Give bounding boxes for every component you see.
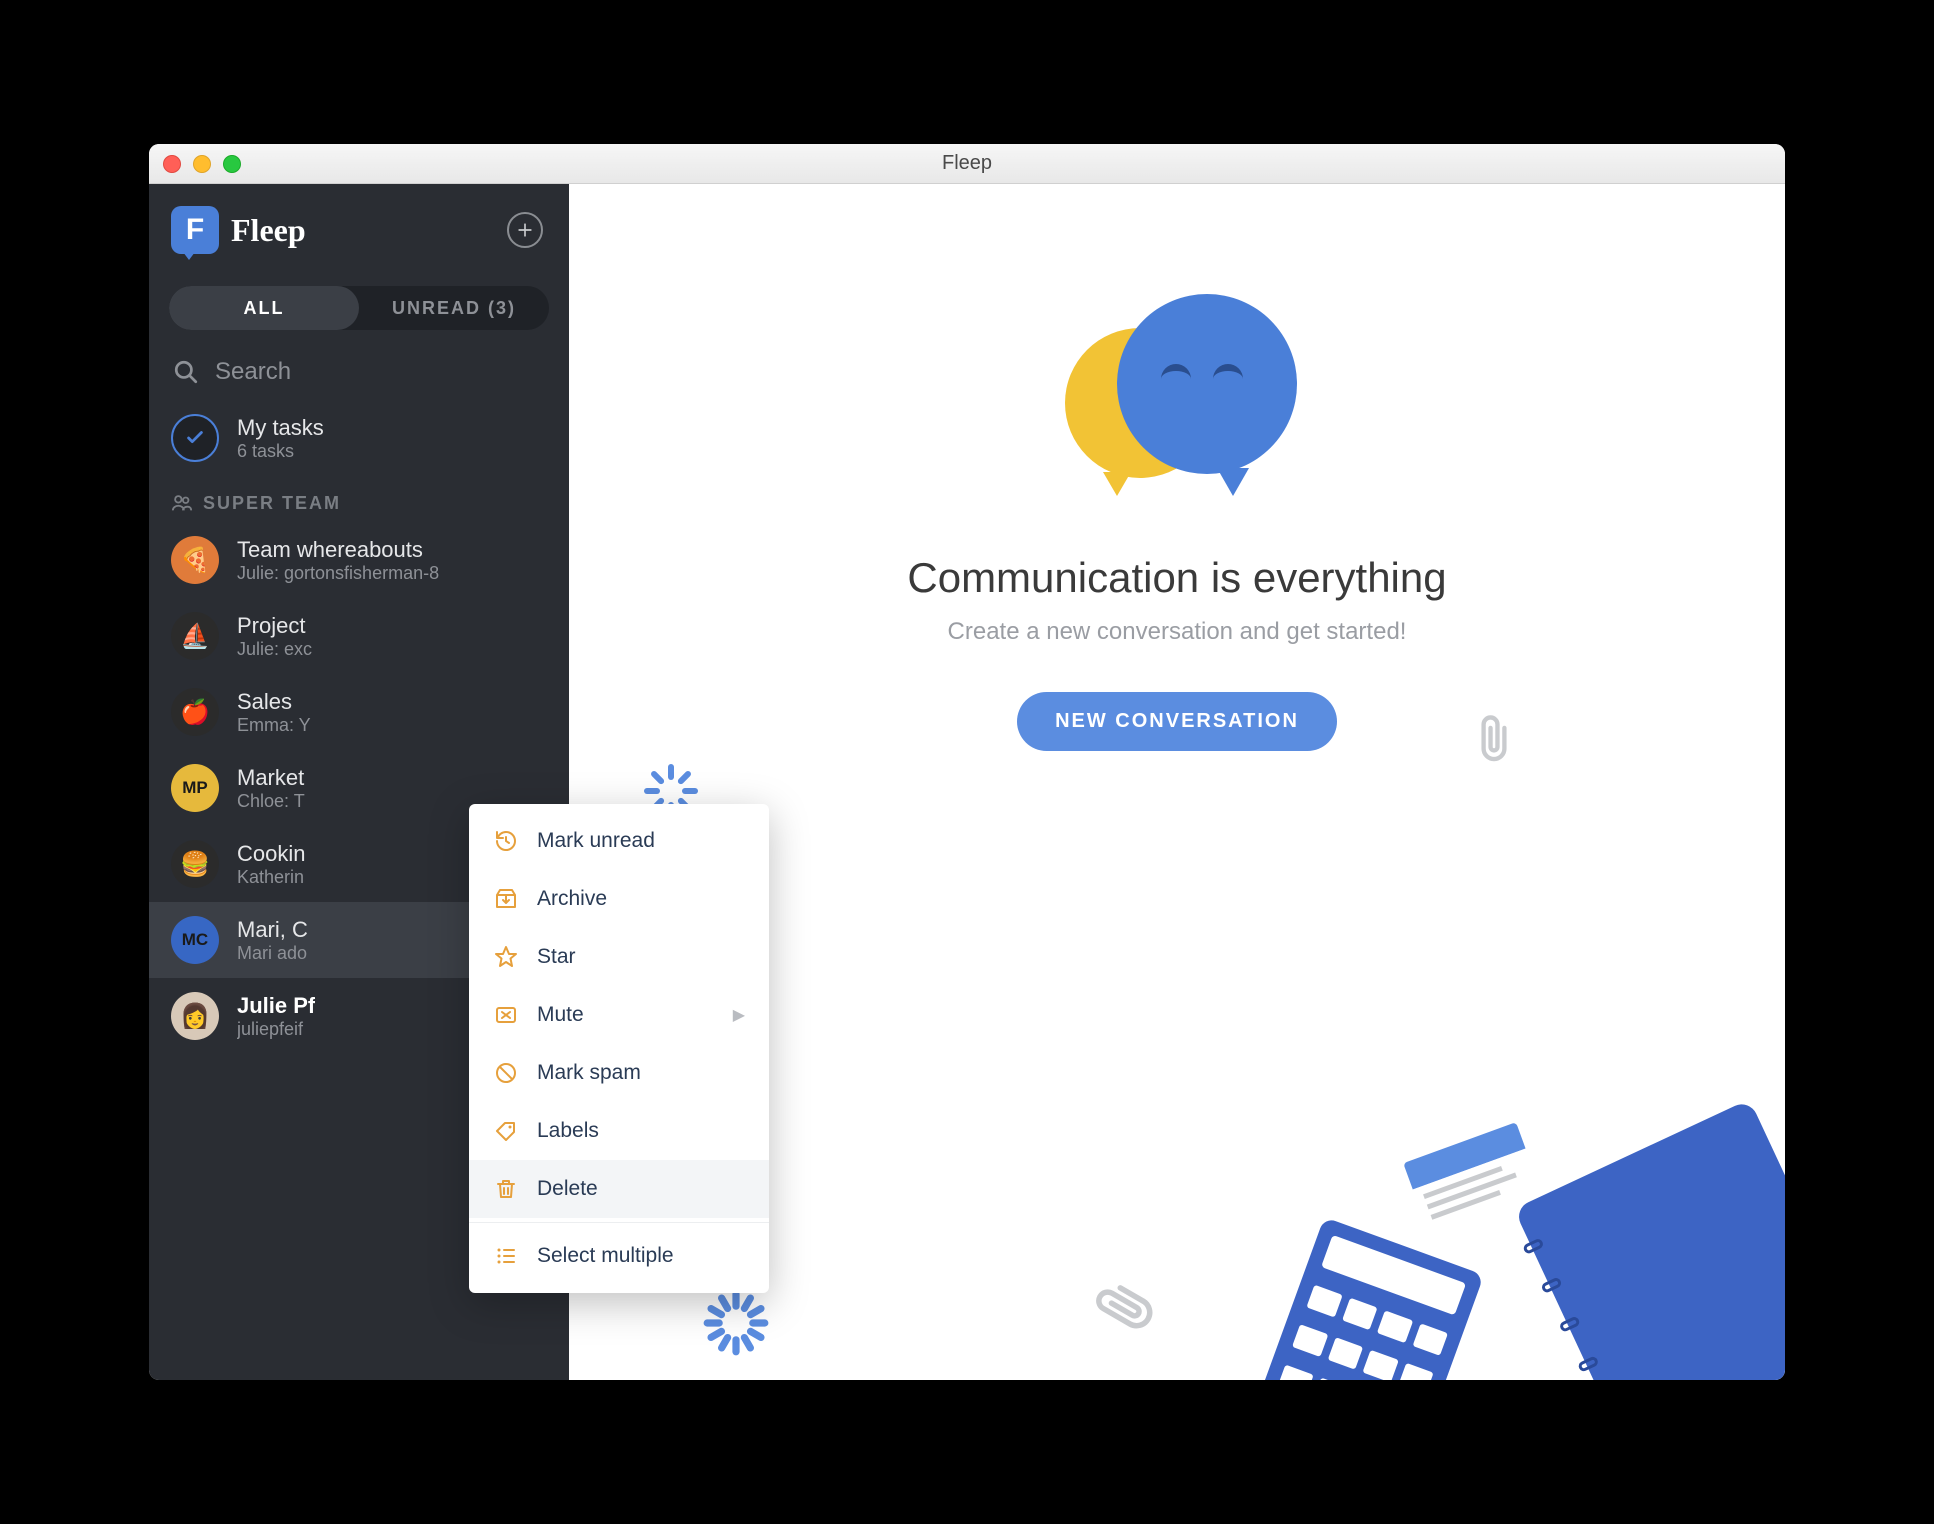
logo-icon: F: [171, 206, 219, 254]
titlebar: Fleep: [149, 144, 1785, 184]
avatar: 🍎: [171, 688, 219, 736]
history-icon: [493, 828, 519, 854]
conversation-title: Team whereabouts: [237, 537, 439, 563]
my-tasks-subtitle: 6 tasks: [237, 441, 324, 462]
avatar: MP: [171, 764, 219, 812]
spam-icon: [493, 1060, 519, 1086]
chevron-right-icon: ▶: [733, 1005, 745, 1025]
context-menu-label: Labels: [537, 1119, 599, 1143]
zoom-window-button[interactable]: [223, 155, 241, 173]
context-menu-trash[interactable]: Delete: [469, 1160, 769, 1218]
conversation-preview: Katherin: [237, 867, 305, 888]
empty-state-subtitle: Create a new conversation and get starte…: [948, 618, 1407, 646]
avatar: 🍔: [171, 840, 219, 888]
context-menu-star[interactable]: Star: [469, 928, 769, 986]
conversation-preview: Mari ado: [237, 943, 308, 964]
tab-unread[interactable]: UNREAD (3): [359, 286, 549, 330]
app-logo[interactable]: F Fleep: [171, 206, 306, 254]
conversation-item[interactable]: 🍎 Sales Emma: Y: [149, 674, 569, 750]
avatar: 👩: [171, 992, 219, 1040]
context-menu-label: Mark spam: [537, 1061, 641, 1085]
context-menu-list[interactable]: Select multiple: [469, 1227, 769, 1285]
star-icon: [493, 944, 519, 970]
conversation-title: Mari, C: [237, 917, 308, 943]
my-tasks-item[interactable]: My tasks 6 tasks: [149, 400, 569, 476]
minimize-window-button[interactable]: [193, 155, 211, 173]
conversation-title: Project: [237, 613, 312, 639]
conversation-item[interactable]: ⛵ Project Julie: exc: [149, 598, 569, 674]
spinner-icon: [704, 1291, 769, 1356]
trash-icon: [493, 1176, 519, 1202]
app-name: Fleep: [231, 212, 306, 249]
search-icon: [173, 359, 199, 385]
conversation-title: Julie Pf: [237, 993, 315, 1019]
context-menu-archive[interactable]: Archive: [469, 870, 769, 928]
search-placeholder: Search: [215, 358, 291, 386]
section-super-team: SUPER TEAM: [149, 476, 569, 522]
conversation-item[interactable]: 🍕 Team whereabouts Julie: gortonsfisherm…: [149, 522, 569, 598]
my-tasks-title: My tasks: [237, 415, 324, 441]
conversation-preview: Julie: exc: [237, 639, 312, 660]
app-window: Fleep F Fleep ALL UNREAD (3) Search: [149, 144, 1785, 1380]
avatar: ⛵: [171, 612, 219, 660]
conversation-preview: Emma: Y: [237, 715, 311, 736]
window-controls: [163, 155, 241, 173]
conversation-preview: Chloe: T: [237, 791, 305, 812]
section-label: SUPER TEAM: [203, 493, 341, 514]
empty-state-title: Communication is everything: [907, 554, 1446, 602]
tasks-icon: [171, 414, 219, 462]
conversation-title: Market: [237, 765, 305, 791]
new-conversation-icon-button[interactable]: [507, 212, 543, 248]
context-menu-label: Select multiple: [537, 1244, 674, 1268]
search-input[interactable]: Search: [149, 344, 569, 400]
close-window-button[interactable]: [163, 155, 181, 173]
context-menu-label[interactable]: Labels: [469, 1102, 769, 1160]
empty-state: Communication is everything Create a new…: [907, 294, 1446, 751]
context-menu-spam[interactable]: Mark spam: [469, 1044, 769, 1102]
new-conversation-button[interactable]: NEW CONVERSATION: [1017, 692, 1337, 751]
plus-icon: [515, 220, 535, 240]
context-menu-label: Archive: [537, 887, 607, 911]
context-menu-history[interactable]: Mark unread: [469, 812, 769, 870]
context-menu: Mark unread Archive Star Mute ▶ Mark spam Labe…: [469, 804, 769, 1293]
paperclip-icon: [1084, 1266, 1169, 1347]
avatar: 🍕: [171, 536, 219, 584]
conversation-preview: Julie: gortonsfisherman-8: [237, 563, 439, 584]
context-menu-label: Delete: [537, 1177, 598, 1201]
context-menu-label: Mute: [537, 1003, 584, 1027]
sidebar-header: F Fleep: [149, 184, 569, 276]
context-menu-mute[interactable]: Mute ▶: [469, 986, 769, 1044]
label-icon: [493, 1118, 519, 1144]
filter-tabs: ALL UNREAD (3): [169, 286, 549, 330]
conversation-title: Sales: [237, 689, 311, 715]
context-menu-label: Mark unread: [537, 829, 655, 853]
context-menu-label: Star: [537, 945, 576, 969]
conversation-title: Cookin: [237, 841, 305, 867]
list-icon: [493, 1243, 519, 1269]
team-icon: [171, 492, 193, 514]
check-icon: [184, 427, 206, 449]
avatar: MC: [171, 916, 219, 964]
tab-all[interactable]: ALL: [169, 286, 359, 330]
paperclip-icon: [1473, 714, 1515, 766]
mute-icon: [493, 1002, 519, 1028]
conversation-preview: juliepfeif: [237, 1019, 315, 1040]
window-title: Fleep: [942, 152, 992, 175]
archive-icon: [493, 886, 519, 912]
chat-bubbles-illustration: [1057, 294, 1297, 514]
notebook-illustration: [1514, 1099, 1785, 1380]
